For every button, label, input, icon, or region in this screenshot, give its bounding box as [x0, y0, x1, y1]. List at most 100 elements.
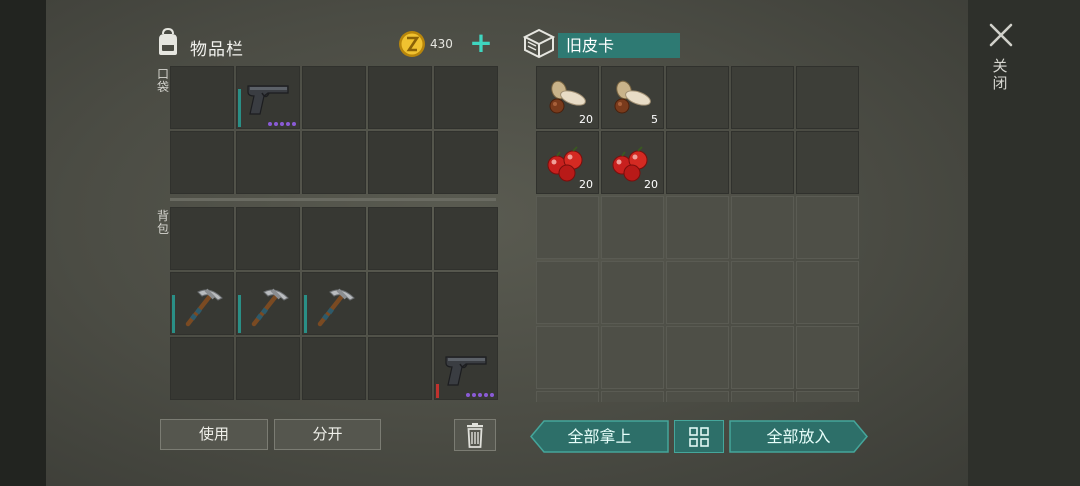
- item-quantity: 20: [579, 178, 593, 191]
- layout-grid-icon: [689, 427, 709, 447]
- slot-pistol[interactable]: [236, 66, 300, 129]
- empty-slot[interactable]: [434, 207, 498, 270]
- empty-slot[interactable]: [796, 326, 859, 389]
- durability-bar: [172, 295, 175, 333]
- pistol-icon: [434, 337, 498, 400]
- close-button[interactable]: [986, 20, 1016, 50]
- empty-slot[interactable]: [731, 391, 794, 402]
- empty-slot[interactable]: [368, 131, 432, 194]
- close-icon: [989, 23, 1013, 47]
- trash-icon: [467, 423, 483, 448]
- empty-slot[interactable]: [666, 131, 729, 194]
- empty-slot[interactable]: [666, 261, 729, 324]
- add-coins-button[interactable]: +: [468, 29, 494, 57]
- empty-slot[interactable]: [601, 261, 664, 324]
- durability-bar: [238, 89, 241, 127]
- split-button[interactable]: 分开: [274, 419, 381, 450]
- slot-pickaxe[interactable]: [302, 272, 366, 335]
- empty-slot[interactable]: [666, 326, 729, 389]
- empty-slot[interactable]: [536, 196, 599, 259]
- durability-bar: [436, 384, 439, 398]
- empty-slot[interactable]: [731, 66, 794, 129]
- pickaxe-icon: [302, 272, 366, 335]
- empty-slot[interactable]: [236, 207, 300, 270]
- box-icon: [522, 27, 556, 59]
- use-button[interactable]: 使用: [160, 419, 268, 450]
- backpack-grid: [170, 207, 498, 400]
- empty-slot[interactable]: [434, 272, 498, 335]
- empty-slot[interactable]: [731, 326, 794, 389]
- empty-slot[interactable]: [236, 337, 300, 400]
- take-all-label: 全部拿上: [567, 427, 632, 446]
- empty-slot[interactable]: [368, 272, 432, 335]
- item-quantity: 20: [579, 113, 593, 126]
- empty-slot[interactable]: [302, 337, 366, 400]
- empty-slot[interactable]: [796, 66, 859, 129]
- empty-slot[interactable]: [368, 207, 432, 270]
- empty-slot[interactable]: [236, 131, 300, 194]
- empty-slot[interactable]: [731, 261, 794, 324]
- pocket-grid: [170, 66, 498, 194]
- empty-slot[interactable]: [170, 337, 234, 400]
- empty-slot[interactable]: [170, 207, 234, 270]
- coin-count: 430: [430, 37, 453, 51]
- inventory-title: 物品栏: [190, 40, 244, 60]
- empty-slot[interactable]: [368, 337, 432, 400]
- empty-slot[interactable]: [601, 196, 664, 259]
- empty-slot[interactable]: [666, 196, 729, 259]
- empty-slot[interactable]: [731, 196, 794, 259]
- slot-berries[interactable]: 20: [601, 131, 664, 194]
- container-grid: 20 5 20 20: [536, 66, 859, 402]
- empty-slot[interactable]: [601, 326, 664, 389]
- empty-slot[interactable]: [302, 207, 366, 270]
- empty-slot[interactable]: [666, 66, 729, 129]
- empty-slot[interactable]: [170, 66, 234, 129]
- coin-icon: [398, 30, 426, 58]
- container-name: 旧皮卡: [558, 33, 680, 58]
- empty-slot[interactable]: [434, 131, 498, 194]
- empty-slot[interactable]: [170, 131, 234, 194]
- pocket-label: 口袋: [156, 67, 169, 94]
- slot-pistol[interactable]: [434, 337, 498, 400]
- item-quantity: 5: [651, 113, 658, 126]
- durability-bar: [304, 295, 307, 333]
- plus-icon: +: [469, 26, 493, 59]
- durability-bar: [238, 295, 241, 333]
- empty-slot[interactable]: [796, 391, 859, 402]
- item-quantity: 20: [644, 178, 658, 191]
- empty-slot[interactable]: [536, 261, 599, 324]
- left-edge: [0, 0, 46, 486]
- rarity-dots: [268, 122, 296, 126]
- empty-slot[interactable]: [666, 391, 729, 402]
- empty-slot[interactable]: [302, 131, 366, 194]
- right-panel: [968, 0, 1080, 486]
- slot-pickaxe[interactable]: [236, 272, 300, 335]
- empty-slot[interactable]: [796, 196, 859, 259]
- slot-seeds[interactable]: 5: [601, 66, 664, 129]
- pickaxe-icon: [170, 272, 234, 335]
- slot-berries[interactable]: 20: [536, 131, 599, 194]
- rarity-dots: [466, 393, 494, 397]
- layout-toggle-button[interactable]: [674, 420, 724, 453]
- pistol-icon: [236, 66, 300, 129]
- pickaxe-icon: [236, 272, 300, 335]
- empty-slot[interactable]: [368, 66, 432, 129]
- empty-slot[interactable]: [731, 131, 794, 194]
- backpack-label: 背包: [156, 209, 169, 236]
- empty-slot[interactable]: [434, 66, 498, 129]
- section-divider: [170, 198, 496, 201]
- put-all-button[interactable]: 全部放入: [729, 420, 868, 453]
- take-all-button[interactable]: 全部拿上: [530, 420, 669, 453]
- put-all-label: 全部放入: [766, 427, 831, 446]
- empty-slot[interactable]: [796, 131, 859, 194]
- trash-button[interactable]: [454, 419, 496, 451]
- empty-slot[interactable]: [536, 391, 599, 402]
- empty-slot[interactable]: [536, 326, 599, 389]
- empty-slot[interactable]: [302, 66, 366, 129]
- close-label: 关闭: [992, 57, 1008, 92]
- slot-pickaxe[interactable]: [170, 272, 234, 335]
- slot-seeds[interactable]: 20: [536, 66, 599, 129]
- backpack-icon: [153, 27, 183, 57]
- empty-slot[interactable]: [796, 261, 859, 324]
- empty-slot[interactable]: [601, 391, 664, 402]
